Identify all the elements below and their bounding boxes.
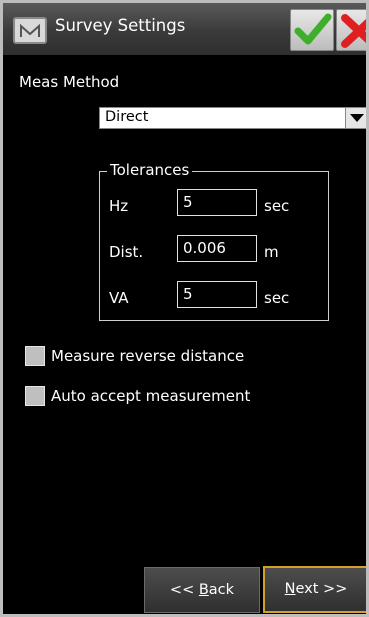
ok-button[interactable]	[290, 9, 334, 51]
next-accel: N	[284, 581, 296, 597]
measure-reverse-text: Measure reverse distance	[51, 347, 245, 365]
title-bar: Survey Settings	[3, 3, 366, 55]
survey-settings-window: Survey Settings Meas Method Direct Toler…	[0, 0, 369, 617]
app-m-icon[interactable]	[13, 17, 47, 44]
meas-method-dropdown[interactable]: Direct	[99, 107, 366, 129]
meas-method-label: Meas Method	[19, 73, 120, 91]
checkmark-icon	[294, 13, 332, 45]
tolerances-group-title: Tolerances	[107, 161, 193, 179]
tolerance-dist-value: 0.006	[183, 239, 226, 257]
tolerance-hz-label: Hz	[109, 197, 129, 215]
back-rest: ack	[208, 582, 235, 598]
tolerance-va-label: VA	[109, 289, 129, 307]
tolerance-dist-input[interactable]: 0.006	[177, 235, 257, 262]
auto-accept-label[interactable]: Auto accept measurement	[51, 387, 250, 405]
tolerance-va-value: 5	[183, 285, 193, 303]
meas-method-value: Direct	[105, 109, 149, 125]
tolerance-va-input[interactable]: 5	[177, 281, 257, 308]
tolerance-dist-label: Dist.	[109, 243, 144, 261]
measure-reverse-label[interactable]: Measure reverse distance	[25, 347, 244, 365]
tolerance-dist-unit: m	[264, 243, 279, 261]
back-prefix: <<	[169, 582, 199, 598]
chevron-down-icon	[350, 114, 364, 122]
cancel-button[interactable]	[336, 9, 366, 51]
auto-accept-checkbox[interactable]	[25, 386, 45, 406]
next-rest: ext >>	[295, 581, 348, 597]
window-title: Survey Settings	[55, 16, 186, 35]
back-accel: B	[198, 582, 209, 598]
next-button[interactable]: Next >>	[263, 566, 366, 613]
dropdown-arrow[interactable]	[345, 108, 366, 128]
close-icon	[341, 14, 366, 48]
back-button[interactable]: << Back	[144, 567, 260, 613]
tolerance-hz-input[interactable]: 5	[177, 189, 257, 216]
tolerance-va-unit: sec	[264, 289, 290, 307]
tolerance-hz-value: 5	[183, 193, 193, 211]
tolerance-hz-unit: sec	[264, 197, 290, 215]
